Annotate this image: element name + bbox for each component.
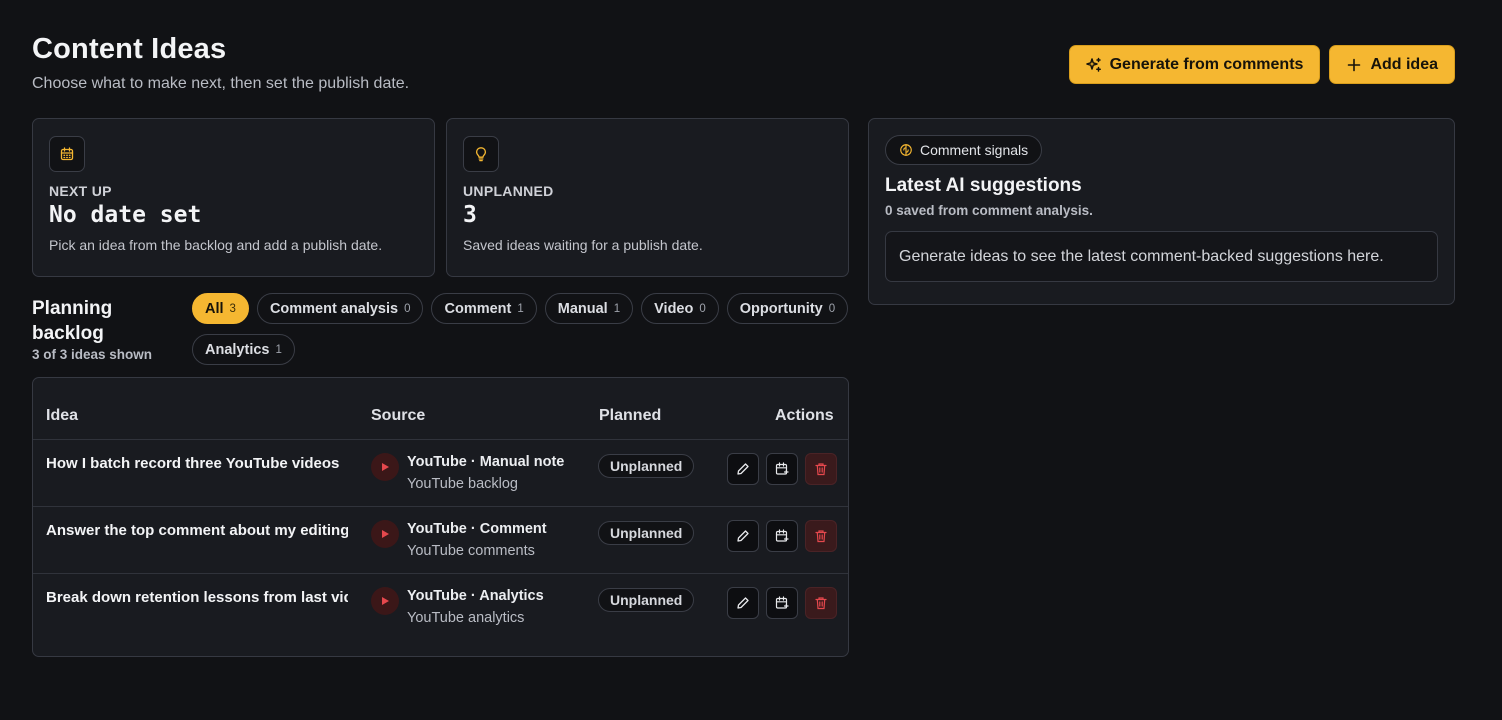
filter-label: Manual [557, 300, 608, 317]
comment-signals-label: Comment signals [920, 142, 1029, 158]
filter-count: 1 [517, 302, 524, 315]
source-name: YouTube · Comment [407, 521, 547, 537]
schedule-button[interactable] [766, 520, 798, 552]
calendar-plus-icon [775, 462, 789, 475]
source-name: YouTube · Analytics [407, 588, 544, 604]
schedule-button[interactable] [766, 453, 798, 485]
generate-from-comments-button[interactable]: Generate from comments [1068, 45, 1321, 84]
source-detail: YouTube comments [407, 543, 535, 559]
edit-button[interactable] [727, 587, 759, 619]
trash-icon [815, 530, 827, 543]
delete-button[interactable] [805, 587, 837, 619]
calendar-plus-icon [775, 596, 789, 609]
comment-signals-pill: Comment signals [885, 135, 1043, 165]
planned-status-badge: Unplanned [598, 521, 695, 545]
column-header-source: Source [371, 407, 426, 424]
filter-count: 0 [828, 302, 836, 315]
filter-label: Comment [444, 300, 512, 317]
plus-icon [1348, 58, 1361, 71]
calendar-icon [49, 136, 85, 172]
add-idea-label: Add idea [1370, 55, 1438, 73]
backlog-title: Planning backlog [32, 298, 113, 344]
lightbulb-icon [463, 136, 499, 172]
delete-button[interactable] [805, 453, 837, 485]
idea-title: Answer the top comment about my editing [46, 522, 348, 539]
filter-opportunity[interactable]: Opportunity 0 [726, 293, 849, 324]
planned-status-badge: Unplanned [598, 454, 695, 478]
pencil-icon [737, 597, 749, 609]
youtube-icon [371, 520, 399, 548]
column-header-planned: Planned [599, 407, 662, 424]
filter-video[interactable]: Video 0 [641, 293, 719, 324]
ai-suggestions-title: Latest AI suggestions [885, 175, 1082, 196]
pencil-icon [737, 530, 749, 542]
source-detail: YouTube backlog [407, 476, 518, 492]
idea-title: How I batch record three YouTube videos [46, 455, 340, 472]
backlog-table: Idea Source Planned Actions How I batch … [32, 377, 849, 657]
table-row[interactable]: Break down retention lessons from last v… [33, 574, 848, 641]
table-header: Idea Source Planned Actions [33, 378, 848, 440]
next-up-value: No date set [49, 202, 202, 228]
filter-analytics[interactable]: Analytics 1 [192, 334, 295, 365]
table-row[interactable]: Answer the top comment about my editing … [33, 507, 848, 574]
backlog-filters: All 3 Comment analysis 0 Comment 1 Manua… [192, 293, 852, 365]
unplanned-label: UNPLANNED [463, 183, 554, 199]
table-row[interactable]: How I batch record three YouTube videos … [33, 440, 848, 507]
filter-label: All [205, 300, 224, 317]
ai-suggestions-empty-state: Generate ideas to see the latest comment… [885, 231, 1438, 282]
unplanned-description: Saved ideas waiting for a publish date. [463, 237, 703, 253]
filter-label: Comment analysis [269, 300, 399, 317]
add-idea-button[interactable]: Add idea [1329, 45, 1455, 84]
content-ideas-page: Content Ideas Choose what to make next, … [32, 0, 1455, 720]
unplanned-value: 3 [463, 202, 477, 228]
pencil-icon [737, 463, 749, 475]
filter-label: Analytics [205, 341, 270, 358]
source-name: YouTube · Manual note [407, 454, 565, 470]
idea-title: Break down retention lessons from last v… [46, 589, 348, 606]
edit-button[interactable] [727, 520, 759, 552]
edit-button[interactable] [727, 453, 759, 485]
next-up-label: NEXT UP [49, 183, 112, 199]
filter-count: 0 [404, 302, 411, 315]
planned-status-badge: Unplanned [598, 588, 695, 612]
filter-count: 1 [613, 302, 621, 315]
calendar-plus-icon [775, 529, 789, 542]
trash-icon [815, 463, 827, 476]
next-up-card: NEXT UP No date set Pick an idea from th… [32, 118, 435, 277]
trash-icon [815, 597, 827, 610]
column-header-actions: Actions [775, 407, 834, 424]
delete-button[interactable] [805, 520, 837, 552]
generate-button-label: Generate from comments [1109, 55, 1304, 73]
filter-count: 1 [275, 343, 282, 356]
filter-all[interactable]: All 3 [192, 293, 249, 324]
source-detail: YouTube analytics [407, 610, 525, 626]
filter-count: 3 [229, 302, 236, 315]
filter-comment[interactable]: Comment 1 [431, 293, 537, 324]
next-up-description: Pick an idea from the backlog and add a … [49, 237, 383, 253]
sparkles-icon [1085, 57, 1101, 72]
filter-manual[interactable]: Manual 1 [544, 293, 634, 324]
brain-icon [900, 144, 912, 156]
filter-count: 0 [699, 302, 706, 315]
column-header-idea: Idea [46, 407, 79, 424]
filter-label: Opportunity [739, 300, 823, 317]
page-title: Content Ideas [32, 33, 227, 65]
youtube-icon [371, 587, 399, 615]
page-subtitle: Choose what to make next, then set the p… [32, 75, 410, 92]
backlog-count: 3 of 3 ideas shown [32, 347, 153, 362]
filter-label: Video [654, 300, 694, 317]
youtube-icon [371, 453, 399, 481]
header-actions: Generate from comments Add idea [1068, 45, 1455, 84]
schedule-button[interactable] [766, 587, 798, 619]
ai-suggestions-card: Comment signals Latest AI suggestions 0 … [868, 118, 1455, 305]
unplanned-card: UNPLANNED 3 Saved ideas waiting for a pu… [446, 118, 849, 277]
filter-comment-analysis[interactable]: Comment analysis 0 [256, 293, 424, 324]
ai-suggestions-subtitle: 0 saved from comment analysis. [885, 203, 1093, 218]
